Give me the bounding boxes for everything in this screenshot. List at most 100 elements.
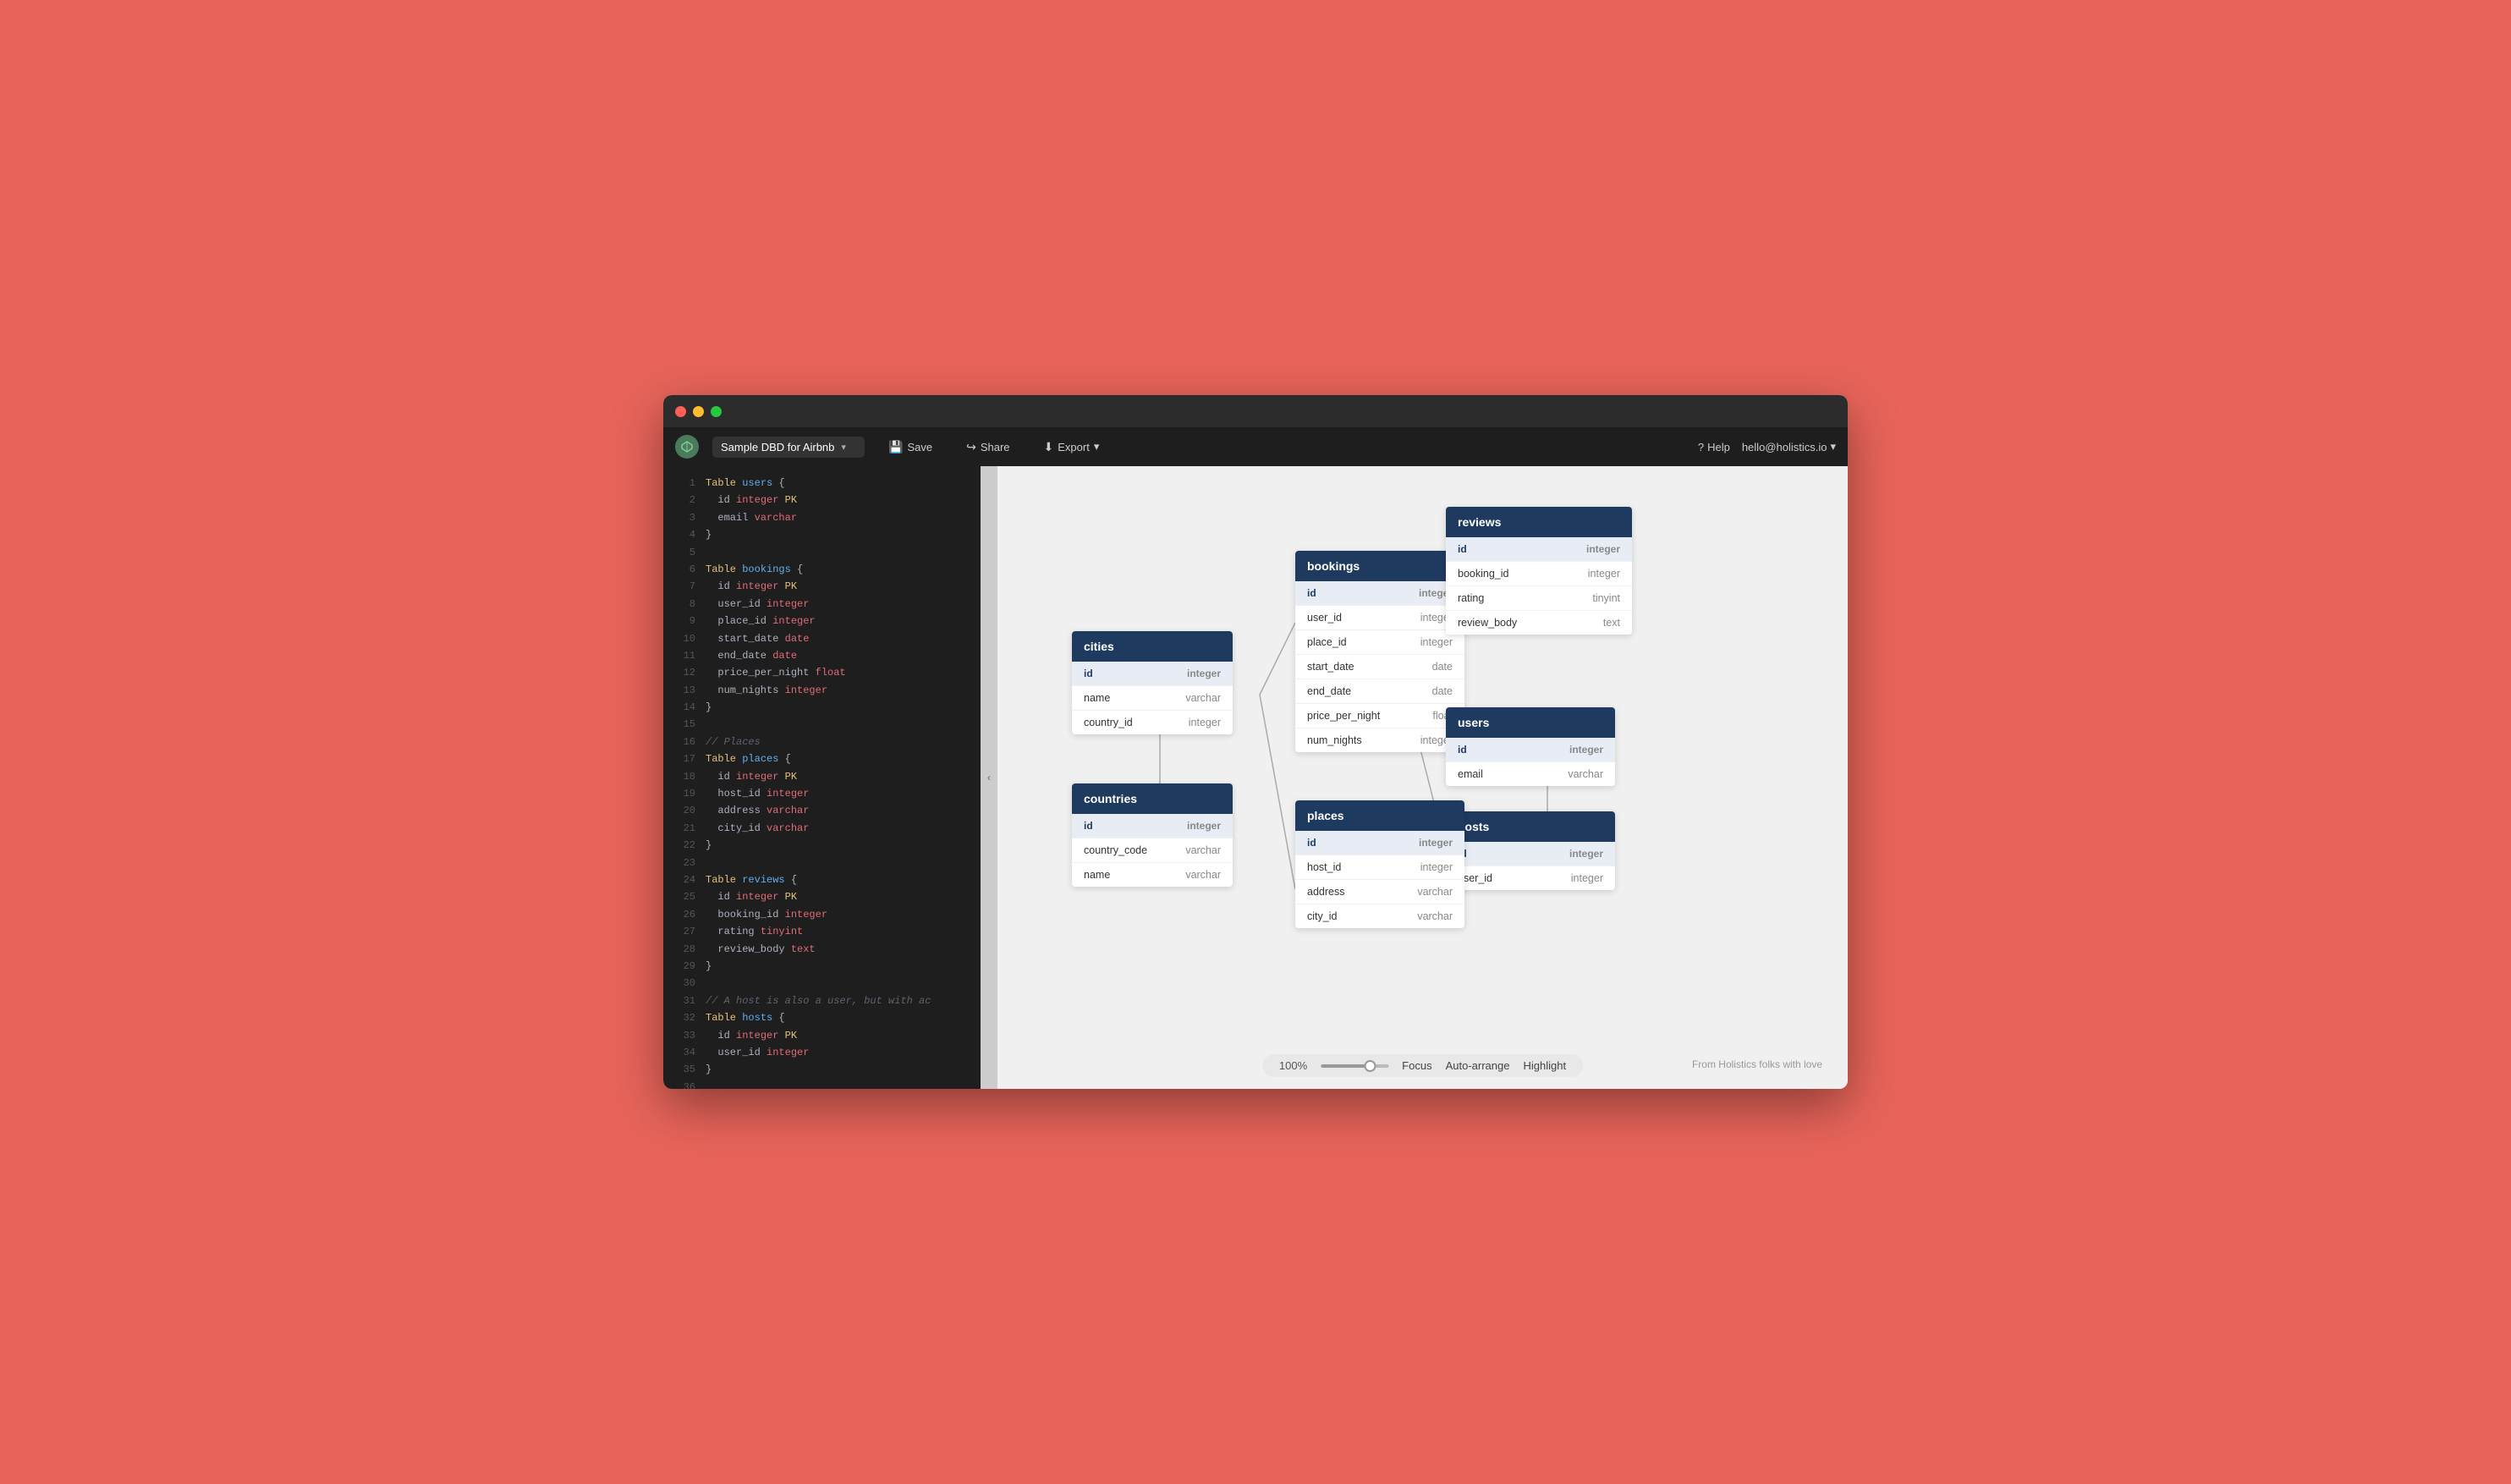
table-cities[interactable]: cities idinteger namevarchar country_idi…: [1072, 631, 1233, 734]
table-bookings[interactable]: bookings idinteger user_idinteger place_…: [1295, 551, 1464, 752]
table-row: namevarchar: [1072, 685, 1233, 710]
code-line: 5: [663, 544, 981, 561]
table-header-bookings: bookings: [1295, 551, 1464, 581]
project-name: Sample DBD for Airbnb: [721, 441, 834, 453]
code-line: 24Table reviews {: [663, 871, 981, 888]
code-line: 14}: [663, 699, 981, 716]
code-line: 25 id integer PK: [663, 888, 981, 905]
auto-arrange-button[interactable]: Auto-arrange: [1446, 1059, 1510, 1072]
chevron-down-icon: ▾: [841, 442, 846, 453]
save-button[interactable]: 💾 Save: [878, 436, 942, 459]
code-line: 10 start_date date: [663, 630, 981, 647]
code-line: 16// Places: [663, 734, 981, 750]
table-header-users: users: [1446, 707, 1615, 738]
code-line: 19 host_id integer: [663, 785, 981, 802]
highlight-button[interactable]: Highlight: [1523, 1059, 1566, 1072]
toolbar: Sample DBD for Airbnb ▾ 💾 Save ↪ Share ⬇…: [663, 427, 1848, 466]
table-col-header: idinteger: [1446, 738, 1615, 761]
table-col-header: idinteger: [1072, 662, 1233, 685]
table-hosts[interactable]: hosts idinteger user_idinteger: [1446, 811, 1615, 890]
chevron-down-icon: ▾: [1094, 440, 1100, 453]
export-icon: ⬇: [1044, 440, 1054, 454]
table-header-hosts: hosts: [1446, 811, 1615, 842]
table-row: city_idvarchar: [1295, 904, 1464, 928]
table-row: review_bodytext: [1446, 610, 1632, 635]
table-header-reviews: reviews: [1446, 507, 1632, 537]
table-row: booking_idinteger: [1446, 561, 1632, 585]
table-row: ratingtinyint: [1446, 585, 1632, 610]
code-line: 30: [663, 975, 981, 992]
table-row: host_idinteger: [1295, 855, 1464, 879]
code-line: 22}: [663, 837, 981, 854]
table-row: user_idinteger: [1295, 605, 1464, 629]
code-line: 9 place_id integer: [663, 613, 981, 629]
share-button[interactable]: ↪ Share: [956, 436, 1019, 459]
table-row: num_nightsinteger: [1295, 728, 1464, 752]
code-line: 7 id integer PK: [663, 578, 981, 595]
help-button[interactable]: ? Help: [1698, 441, 1730, 453]
table-reviews[interactable]: reviews idinteger booking_idinteger rati…: [1446, 507, 1632, 635]
toolbar-right: ? Help hello@holistics.io ▾: [1698, 440, 1836, 453]
code-line: 32Table hosts {: [663, 1009, 981, 1026]
table-places[interactable]: places idinteger host_idinteger addressv…: [1295, 800, 1464, 928]
panel-collapse-button[interactable]: ‹: [981, 466, 997, 1089]
table-col-header: idinteger: [1446, 842, 1615, 866]
code-line: 33 id integer PK: [663, 1027, 981, 1044]
code-line: 29}: [663, 958, 981, 975]
table-row: place_idinteger: [1295, 629, 1464, 654]
app-window: Sample DBD for Airbnb ▾ 💾 Save ↪ Share ⬇…: [663, 395, 1848, 1089]
table-col-header: idinteger: [1072, 814, 1233, 838]
zoom-slider[interactable]: [1321, 1064, 1388, 1068]
table-header-places: places: [1295, 800, 1464, 831]
code-line: 20 address varchar: [663, 802, 981, 819]
code-line: 13 num_nights integer: [663, 682, 981, 699]
code-line: 35}: [663, 1061, 981, 1078]
table-row: price_per_nightfloat: [1295, 703, 1464, 728]
code-line: 18 id integer PK: [663, 768, 981, 785]
table-row: end_datedate: [1295, 679, 1464, 703]
chevron-down-icon: ▾: [1830, 440, 1836, 453]
titlebar: [663, 395, 1848, 427]
code-panel[interactable]: 1Table users { 2 id integer PK 3 email v…: [663, 466, 981, 1089]
table-col-header: idinteger: [1295, 581, 1464, 605]
logo-icon: [675, 435, 699, 459]
focus-button[interactable]: Focus: [1402, 1059, 1431, 1072]
table-row: namevarchar: [1072, 862, 1233, 887]
table-row: emailvarchar: [1446, 761, 1615, 786]
table-row: addressvarchar: [1295, 879, 1464, 904]
project-selector[interactable]: Sample DBD for Airbnb ▾: [712, 437, 865, 458]
minimize-button[interactable]: [693, 406, 704, 417]
close-button[interactable]: [675, 406, 686, 417]
maximize-button[interactable]: [711, 406, 722, 417]
code-line: 12 price_per_night float: [663, 664, 981, 681]
table-header-countries: countries: [1072, 783, 1233, 814]
table-users[interactable]: users idinteger emailvarchar: [1446, 707, 1615, 786]
main-content: 1Table users { 2 id integer PK 3 email v…: [663, 466, 1848, 1089]
table-row: user_idinteger: [1446, 866, 1615, 890]
question-icon: ?: [1698, 441, 1704, 453]
user-menu[interactable]: hello@holistics.io ▾: [1742, 440, 1836, 453]
table-countries[interactable]: countries idinteger country_codevarchar …: [1072, 783, 1233, 887]
code-line: 26 booking_id integer: [663, 906, 981, 923]
table-col-header: idinteger: [1295, 831, 1464, 855]
code-line: 28 review_body text: [663, 941, 981, 958]
code-line: 17Table places {: [663, 750, 981, 767]
share-icon: ↪: [966, 440, 976, 454]
diagram-panel[interactable]: bookings idinteger user_idinteger place_…: [997, 466, 1848, 1089]
code-line: 27 rating tinyint: [663, 923, 981, 940]
code-line: 8 user_id integer: [663, 596, 981, 613]
table-row: start_datedate: [1295, 654, 1464, 679]
export-button[interactable]: ⬇ Export ▾: [1034, 436, 1110, 459]
zoom-level: 100%: [1279, 1059, 1307, 1072]
save-icon: 💾: [888, 440, 903, 454]
code-line: 1Table users {: [663, 475, 981, 492]
table-col-header: idinteger: [1446, 537, 1632, 561]
code-line: 4}: [663, 526, 981, 543]
code-line: 3 email varchar: [663, 509, 981, 526]
table-row: country_codevarchar: [1072, 838, 1233, 862]
code-line: 21 city_id varchar: [663, 820, 981, 837]
table-row: country_idinteger: [1072, 710, 1233, 734]
code-line: 2 id integer PK: [663, 492, 981, 508]
code-line: 15: [663, 716, 981, 733]
bottom-toolbar: 100% Focus Auto-arrange Highlight: [1262, 1054, 1583, 1077]
